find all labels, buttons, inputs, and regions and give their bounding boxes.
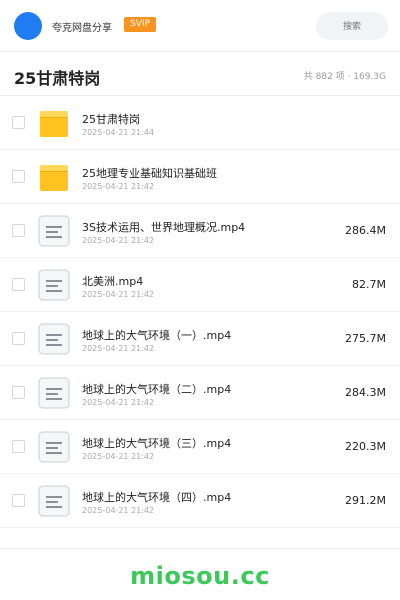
item-checkbox[interactable]: [12, 494, 25, 507]
item-date: 2025-04-21 21:42: [82, 452, 155, 461]
video-file-icon: [38, 377, 70, 409]
item-checkbox[interactable]: [12, 386, 25, 399]
item-name[interactable]: 北美洲.mp4: [82, 273, 143, 289]
item-date: 2025-04-21 21:42: [82, 182, 155, 191]
site-name: 夸克网盘分享: [52, 23, 112, 34]
item-checkbox[interactable]: [12, 278, 25, 291]
watermark-text: miosou.cc: [130, 562, 270, 590]
avatar[interactable]: [14, 12, 42, 40]
item-name[interactable]: 25甘肃特岗: [82, 111, 140, 127]
item-date: 2025-04-21 21:42: [82, 398, 155, 407]
folder-summary: 共 882 项 · 169.3G: [303, 72, 386, 82]
list-item[interactable]: 地球上的大气环境（一）.mp4 2025-04-21 21:42 275.7M: [0, 312, 400, 366]
item-date: 2025-04-21 21:44: [82, 128, 155, 137]
top-bar: 夸克网盘分享 SVIP: [0, 0, 400, 52]
list-item[interactable]: 地球上的大气环境（三）.mp4 2025-04-21 21:42 220.3M: [0, 420, 400, 474]
item-checkbox[interactable]: [12, 116, 25, 129]
video-file-icon: [38, 215, 70, 247]
item-size: 220.3M: [345, 440, 386, 453]
footer: miosou.cc: [0, 548, 400, 600]
video-file-icon: [38, 431, 70, 463]
item-checkbox[interactable]: [12, 170, 25, 183]
list-item[interactable]: 地球上的大气环境（二）.mp4 2025-04-21 21:42 284.3M: [0, 366, 400, 420]
item-date: 2025-04-21 21:42: [82, 506, 155, 515]
item-name[interactable]: 地球上的大气环境（三）.mp4: [82, 435, 231, 451]
item-date: 2025-04-21 21:42: [82, 236, 155, 245]
item-name[interactable]: 3S技术运用、世界地理概况.mp4: [82, 219, 245, 235]
item-size: 82.7M: [352, 278, 386, 291]
file-list: 25甘肃特岗 2025-04-21 21:44 25地理专业基础知识基础班 2025-…: [0, 96, 400, 528]
item-date: 2025-04-21 21:42: [82, 344, 155, 353]
item-size: 286.4M: [345, 224, 386, 237]
list-item[interactable]: 25地理专业基础知识基础班 2025-04-21 21:42: [0, 150, 400, 204]
folder-header: 25甘肃特岗 共 882 项 · 169.3G: [0, 52, 400, 96]
video-file-icon: [38, 323, 70, 355]
item-checkbox[interactable]: [12, 332, 25, 345]
item-size: 284.3M: [345, 386, 386, 399]
item-checkbox[interactable]: [12, 440, 25, 453]
list-item[interactable]: 地球上的大气环境（四）.mp4 2025-04-21 21:42 291.2M: [0, 474, 400, 528]
item-name[interactable]: 地球上的大气环境（二）.mp4: [82, 381, 231, 397]
item-size: 291.2M: [345, 494, 386, 507]
item-checkbox[interactable]: [12, 224, 25, 237]
item-size: 275.7M: [345, 332, 386, 345]
item-date: 2025-04-21 21:42: [82, 290, 155, 299]
list-item[interactable]: 3S技术运用、世界地理概况.mp4 2025-04-21 21:42 286.4M: [0, 204, 400, 258]
video-file-icon: [38, 269, 70, 301]
item-name[interactable]: 地球上的大气环境（四）.mp4: [82, 489, 231, 505]
folder-icon: [38, 107, 70, 139]
video-file-icon: [38, 485, 70, 517]
list-item[interactable]: 25甘肃特岗 2025-04-21 21:44: [0, 96, 400, 150]
folder-icon: [38, 161, 70, 193]
page-title: 25甘肃特岗: [14, 69, 101, 88]
svip-badge: SVIP: [124, 17, 156, 32]
list-item[interactable]: 北美洲.mp4 2025-04-21 21:42 82.7M: [0, 258, 400, 312]
search-input[interactable]: [316, 12, 388, 40]
item-name[interactable]: 25地理专业基础知识基础班: [82, 165, 217, 181]
item-name[interactable]: 地球上的大气环境（一）.mp4: [82, 327, 231, 343]
